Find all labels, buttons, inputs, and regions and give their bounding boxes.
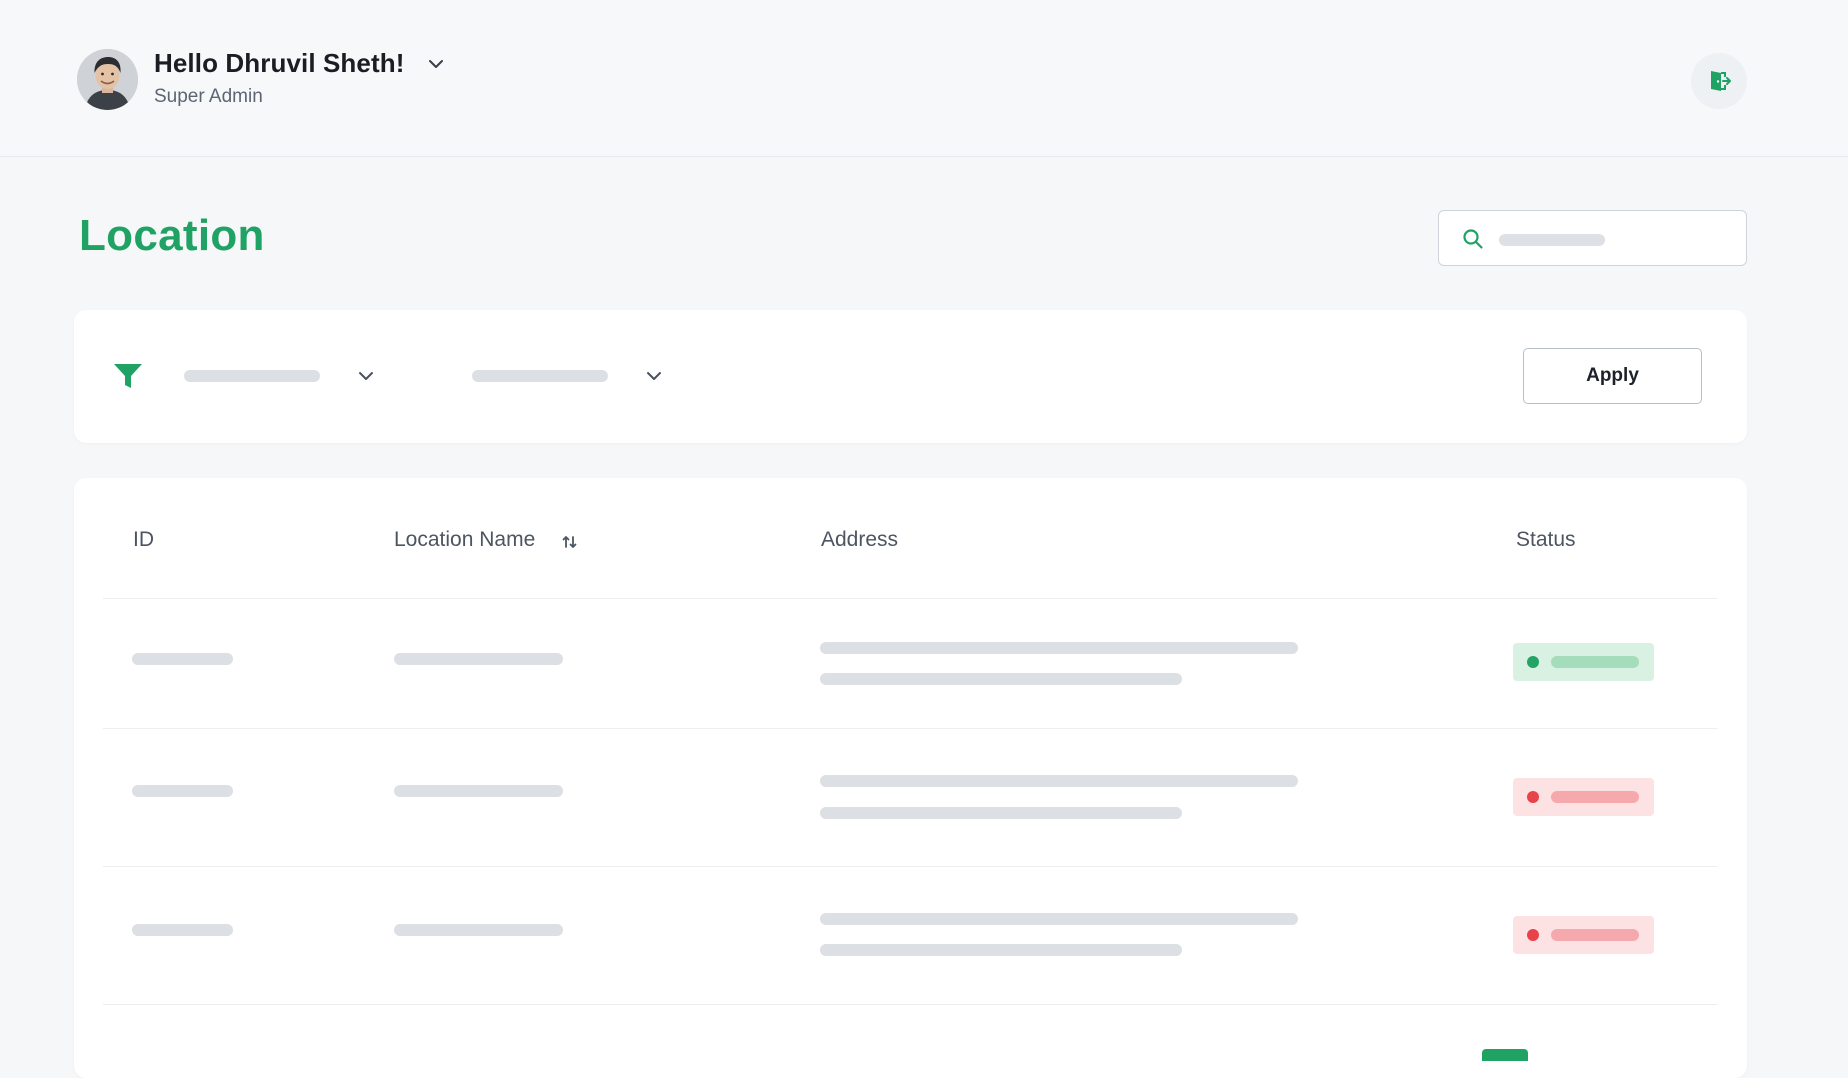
address-line-1-skeleton	[820, 775, 1298, 787]
status-text-skeleton	[1551, 656, 1639, 668]
status-dot	[1527, 929, 1539, 941]
top-bar: Hello Dhruvil Sheth! Super Admin	[0, 0, 1848, 157]
id-skeleton	[132, 785, 233, 797]
table-row[interactable]	[74, 599, 1747, 719]
status-badge	[1513, 643, 1654, 681]
filter-funnel-icon	[114, 364, 142, 388]
pagination-button[interactable]	[1482, 1049, 1528, 1061]
status-dot	[1527, 791, 1539, 803]
status-badge	[1513, 778, 1654, 816]
avatar[interactable]	[77, 49, 138, 110]
address-line-1-skeleton	[820, 642, 1298, 654]
logout-door-icon	[1711, 71, 1731, 91]
address-line-1-skeleton	[820, 913, 1298, 925]
location-table: ID Location Name Address Status	[74, 478, 1747, 1078]
column-header-address[interactable]: Address	[821, 528, 898, 552]
sort-arrows-icon[interactable]	[561, 533, 579, 551]
avatar-image	[77, 49, 138, 110]
address-line-2-skeleton	[820, 807, 1182, 819]
dropdown-value-skeleton	[472, 370, 608, 382]
search-placeholder-skeleton	[1499, 234, 1605, 246]
address-line-2-skeleton	[820, 944, 1182, 956]
id-skeleton	[132, 653, 233, 665]
location-name-skeleton	[394, 924, 563, 936]
status-badge	[1513, 916, 1654, 954]
logout-button[interactable]	[1691, 53, 1747, 109]
dropdown-value-skeleton	[184, 370, 320, 382]
column-header-location-name[interactable]: Location Name	[394, 528, 535, 552]
table-row[interactable]	[74, 867, 1747, 987]
location-name-skeleton	[394, 785, 563, 797]
status-text-skeleton	[1551, 791, 1639, 803]
id-skeleton	[132, 924, 233, 936]
divider	[103, 1004, 1717, 1005]
chevron-down-icon	[647, 372, 661, 380]
apply-button[interactable]: Apply	[1523, 348, 1702, 404]
user-role: Super Admin	[154, 86, 263, 107]
search-icon	[1463, 229, 1483, 249]
address-line-2-skeleton	[820, 673, 1182, 685]
location-name-skeleton	[394, 653, 563, 665]
chevron-down-icon	[359, 372, 373, 380]
chevron-down-icon[interactable]	[426, 56, 446, 72]
filter-dropdown-1[interactable]	[184, 362, 384, 390]
page-title: Location	[79, 211, 265, 260]
filter-dropdown-2[interactable]	[472, 362, 672, 390]
status-text-skeleton	[1551, 929, 1639, 941]
status-dot	[1527, 656, 1539, 668]
column-header-id[interactable]: ID	[133, 528, 154, 552]
table-row[interactable]	[74, 729, 1747, 849]
filter-panel: Apply	[74, 310, 1747, 443]
search-input[interactable]	[1438, 210, 1747, 266]
column-header-status[interactable]: Status	[1516, 528, 1576, 552]
user-greeting: Hello Dhruvil Sheth!	[154, 48, 405, 78]
